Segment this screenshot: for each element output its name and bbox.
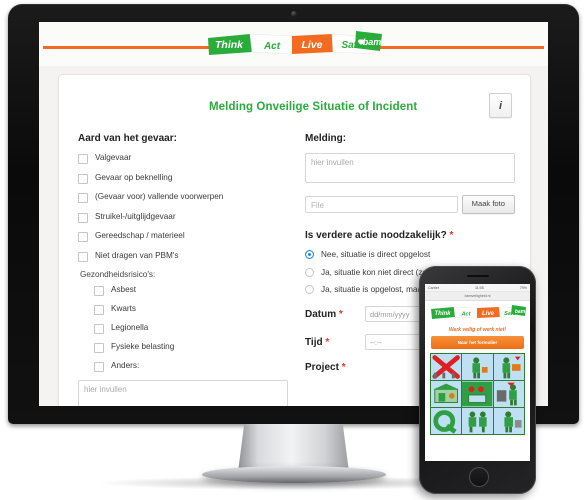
hazard-option-label: Struikel-/uitglijdgevaar <box>95 211 176 221</box>
required-marker: * <box>341 362 346 373</box>
required-marker: * <box>338 308 343 320</box>
poster-cell <box>462 354 493 380</box>
required-marker: * <box>325 336 330 348</box>
action-question-text: Is verdere actie noodzakelijk? <box>305 230 447 241</box>
go-to-form-button[interactable]: Naar het formulier <box>431 336 524 349</box>
health-heading: Gezondheidsrisico's: <box>80 270 156 279</box>
svg-text:Act: Act <box>460 312 471 318</box>
action-option[interactable]: Nee, situatie is direct opgelost <box>305 250 515 259</box>
health-option[interactable]: Asbest <box>94 285 288 296</box>
site-header: Think Act Live Safe bam <box>39 22 548 66</box>
health-option[interactable]: Fysieke belasting <box>94 342 288 353</box>
checkbox-icon[interactable] <box>78 193 88 203</box>
health-option[interactable]: Anders: <box>94 361 288 372</box>
status-battery: 79% <box>519 285 527 290</box>
hazard-option[interactable]: Niet dragen van PBM's <box>78 251 288 262</box>
hazard-option[interactable]: Gevaar op beknelling <box>78 173 288 184</box>
phone-claim: Werk veilig of werk niet! <box>448 327 507 333</box>
poster-cell <box>493 381 524 407</box>
page-title: Melding Onveilige Situatie of Incident <box>209 101 418 113</box>
svg-text:bam: bam <box>514 309 525 315</box>
status-carrier: Carrier <box>428 285 439 290</box>
webcam-icon <box>290 11 297 17</box>
header-rule-left <box>43 46 213 49</box>
checkbox-icon[interactable] <box>78 154 88 164</box>
think-act-live-safe-logo[interactable]: Think Act Live Safe bam <box>206 29 382 59</box>
project-label: Project * <box>305 362 365 373</box>
svg-text:Live: Live <box>301 39 322 51</box>
hazard-option-label: Gevaar op beknelling <box>95 172 173 182</box>
health-option-label: Anders: <box>111 361 140 370</box>
report-textarea[interactable]: hier invullen <box>305 153 515 183</box>
phone-screen: Carrier 11:05 79% bamveiligheid.nl Think… <box>425 284 530 461</box>
checkbox-icon[interactable] <box>94 343 104 353</box>
poster-cell <box>431 408 462 434</box>
svg-text:Act: Act <box>262 41 280 52</box>
take-photo-button[interactable]: Maak foto <box>461 195 515 214</box>
checkbox-icon[interactable] <box>94 305 104 315</box>
phone-url-bar[interactable]: bamveiligheid.nl <box>425 292 530 301</box>
hazard-option-label: Valgevaar <box>95 153 132 162</box>
radio-icon-selected[interactable] <box>305 250 314 259</box>
time-label: Tijd * <box>305 337 365 348</box>
checkbox-icon[interactable] <box>78 251 88 262</box>
product-mockup-scene: Think Act Live Safe bam Melding Onveilig… <box>0 0 587 500</box>
poster-cell <box>493 408 524 434</box>
health-option-label: Asbest <box>111 285 137 294</box>
poster-cell <box>462 381 493 407</box>
header-rule-right <box>374 46 544 49</box>
poster-cell <box>493 354 524 380</box>
hazard-option[interactable]: Struikel-/uitglijdgevaar <box>78 212 288 223</box>
project-label-text: Project <box>305 362 339 373</box>
hazard-column: Aard van het gevaar: Valgevaar Gevaar op… <box>78 133 288 406</box>
health-option-label: Fysieke belasting <box>111 342 175 351</box>
action-option-label: Nee, situatie is direct opgelost <box>321 250 431 259</box>
file-input[interactable]: File <box>305 196 458 213</box>
svg-text:Think: Think <box>215 39 244 51</box>
radio-icon[interactable] <box>305 285 314 294</box>
phone-logo: Think Act Live Safe bam <box>425 301 530 325</box>
time-label-text: Tijd <box>305 336 323 348</box>
health-option-label: Legionella <box>111 323 149 332</box>
hazard-option-label: Gereedschap / materieel <box>95 231 185 240</box>
svg-text:Live: Live <box>481 311 494 317</box>
date-label-text: Datum <box>305 308 337 320</box>
checkbox-icon[interactable] <box>78 212 88 223</box>
checkbox-icon[interactable] <box>94 324 104 334</box>
health-option[interactable]: Legionella <box>94 323 288 334</box>
info-button[interactable]: i <box>489 93 512 118</box>
hazard-option[interactable]: Gereedschap / materieel <box>78 231 288 242</box>
checkbox-icon[interactable] <box>78 173 88 184</box>
hazard-option-label: Niet dragen van PBM's <box>95 250 179 260</box>
health-option[interactable]: Kwarts <box>94 304 288 315</box>
mobile-phone: Carrier 11:05 79% bamveiligheid.nl Think… <box>419 266 536 494</box>
hazard-option[interactable]: (Gevaar voor) vallende voorwerpen <box>78 192 288 203</box>
hazard-heading: Aard van het gevaar: <box>78 133 177 144</box>
required-marker: * <box>449 230 454 241</box>
date-label: Datum * <box>305 309 365 320</box>
checkbox-icon[interactable] <box>94 286 104 296</box>
phone-status-bar: Carrier 11:05 79% <box>425 284 530 292</box>
file-upload-row: File Maak foto <box>305 195 515 214</box>
safety-poster-grid <box>431 354 524 434</box>
status-time: 11:05 <box>475 285 484 290</box>
action-question: Is verdere actie noodzakelijk? * <box>305 230 515 241</box>
checkbox-icon[interactable] <box>78 232 88 242</box>
safety-poster <box>430 353 525 435</box>
phone-speaker <box>466 275 489 277</box>
health-option-label: Kwarts <box>111 304 137 313</box>
poster-cell <box>431 354 462 380</box>
poster-cell <box>431 381 462 407</box>
hazard-option[interactable]: Valgevaar <box>78 153 288 164</box>
checkbox-icon[interactable] <box>94 362 104 372</box>
report-heading: Melding: <box>305 133 347 144</box>
hazard-option-label: (Gevaar voor) vallende voorwerpen <box>95 192 224 201</box>
phone-home-button[interactable] <box>468 467 489 487</box>
radio-icon[interactable] <box>305 267 314 277</box>
health-other-textarea[interactable]: hier invullen <box>78 380 288 406</box>
svg-text:Think: Think <box>434 311 451 317</box>
svg-text:bam: bam <box>362 37 381 47</box>
poster-cell <box>462 408 493 434</box>
